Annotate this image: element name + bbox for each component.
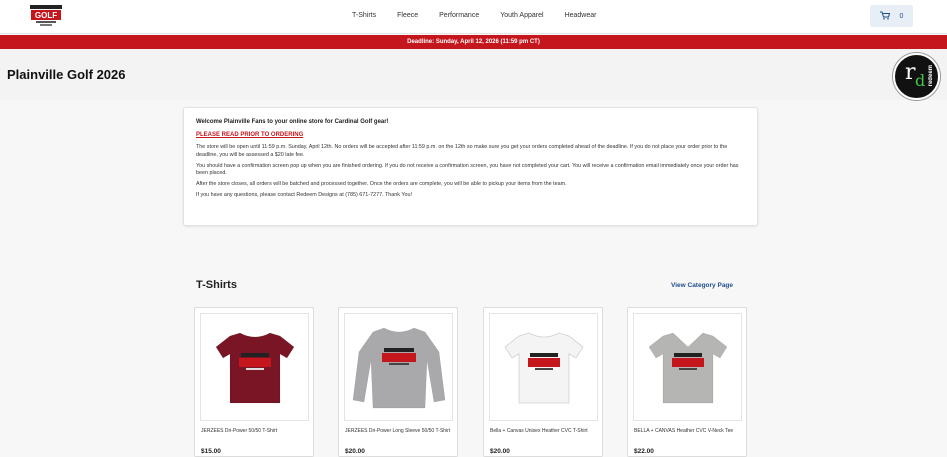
cart-button[interactable]: 0 [870, 5, 913, 27]
nav-fleece[interactable]: Fleece [397, 10, 418, 22]
product-image[interactable] [633, 313, 742, 421]
product-image[interactable] [200, 313, 309, 421]
page-title: Plainville Golf 2026 [7, 67, 126, 82]
product-card[interactable]: JERZEES Dri-Power Long Sleeve 50/50 T-Sh… [338, 307, 458, 457]
redeem-d-glyph: d [915, 71, 926, 90]
redeem-r-glyph: r [905, 60, 916, 85]
product-image[interactable] [489, 313, 598, 421]
nav-tshirts[interactable]: T-Shirts [352, 10, 376, 22]
redeem-badge-text: redeem [928, 65, 934, 87]
nav-headwear[interactable]: Headwear [565, 10, 597, 22]
tshirt-icon [503, 332, 584, 404]
product-image[interactable] [344, 313, 453, 421]
logo-text: GOLF [35, 11, 57, 20]
nav-performance[interactable]: Performance [439, 10, 479, 22]
product-card[interactable]: BELLA + CANVAS Heather CVC V-Neck Tee $2… [627, 307, 747, 457]
deadline-banner: Deadline: Sunday, April 12, 2026 (11:59 … [0, 35, 947, 49]
product-card[interactable]: Bella + Canvas Unisex Heather CVC T-Shir… [483, 307, 603, 457]
top-navbar: GOLF T-Shirts Fleece Performance Youth A… [0, 0, 947, 34]
main-nav: T-Shirts Fleece Performance Youth Appare… [352, 10, 617, 22]
page-header: Plainville Golf 2026 [0, 49, 947, 100]
product-name[interactable]: JERZEES Dri-Power Long Sleeve 50/50 T-Sh… [345, 428, 453, 435]
notice-paragraph-confirmation: You should have a confirmation screen po… [196, 162, 739, 177]
cart-count: 0 [899, 12, 904, 20]
notice-paragraph-pickup: After the store closes, all orders will … [196, 181, 567, 188]
read-prior-warning: PLEASE READ PRIOR TO ORDERING [196, 132, 304, 139]
notice-paragraph-contact: If you have any questions, please contac… [196, 192, 412, 199]
notice-paragraph-deadline: The store will be open until 11:59 p.m. … [196, 144, 728, 158]
redeem-badge[interactable]: r d redeem [893, 53, 940, 100]
long-sleeve-shirt-icon [352, 327, 445, 409]
store-logo[interactable]: GOLF [28, 4, 64, 28]
welcome-text: Welcome Plainville Fans to your online s… [196, 119, 389, 125]
product-name[interactable]: BELLA + CANVAS Heather CVC V-Neck Tee [634, 428, 742, 435]
product-card[interactable]: JERZEES Dri-Power 50/50 T-Shirt $15.00 [194, 307, 314, 457]
vneck-shirt-icon [648, 332, 727, 404]
section-title-tshirts: T-Shirts [196, 279, 237, 291]
nav-youth-apparel[interactable]: Youth Apparel [500, 10, 543, 22]
tshirt-icon [215, 332, 294, 404]
product-name[interactable]: Bella + Canvas Unisex Heather CVC T-Shir… [490, 428, 598, 435]
product-name[interactable]: JERZEES Dri-Power 50/50 T-Shirt [201, 428, 309, 435]
store-notice-card: Welcome Plainville Fans to your online s… [183, 107, 758, 226]
cart-icon [879, 7, 890, 25]
view-category-link[interactable]: View Category Page [671, 282, 733, 289]
